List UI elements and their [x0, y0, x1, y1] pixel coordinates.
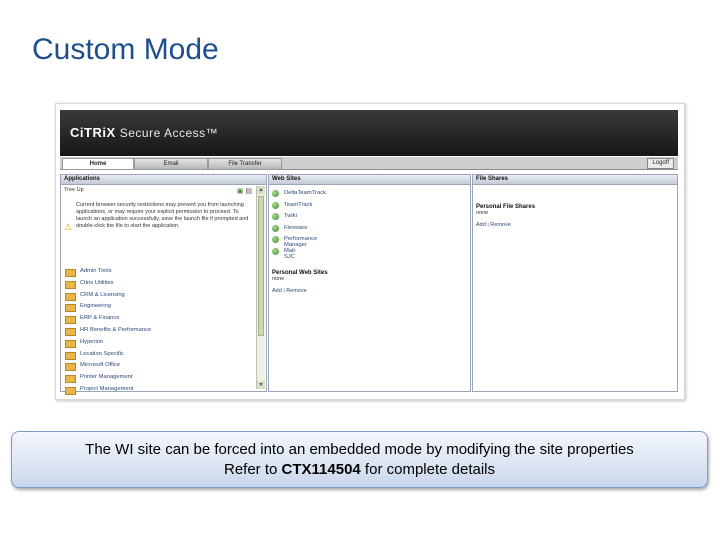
site-label: Mail-SJC [284, 247, 297, 260]
remove-file-share-link[interactable]: Remove [490, 222, 510, 228]
folder-item[interactable]: CRM & Licensing [64, 291, 254, 303]
folder-label: Engineering [80, 303, 111, 310]
folder-label: Hyperion [80, 338, 104, 345]
personal-web-sites-value: none [272, 276, 285, 282]
personal-file-shares-actions: Add | Remove [476, 222, 535, 228]
logoff-button[interactable]: Logoff [647, 158, 674, 169]
callout-ref: CTX114504 [281, 461, 361, 478]
folder-icon [65, 327, 76, 336]
site-label: DeltaTeamTrack [284, 190, 326, 196]
folder-label: ERP & Finance [80, 315, 120, 322]
folder-label: Project Management [80, 385, 134, 392]
tab-bar: Home Email File Transfer Logoff [60, 157, 678, 170]
folder-item[interactable]: Admin Tools [64, 267, 254, 279]
remove-web-site-link[interactable]: Remove [286, 288, 306, 294]
folder-icon [65, 386, 76, 395]
folder-label: Microsoft Office [80, 362, 121, 369]
folder-icon [65, 339, 76, 348]
globe-icon [272, 224, 279, 232]
add-web-site-link[interactable]: Add [272, 288, 282, 294]
folder-icon [65, 269, 76, 277]
folder-icon [65, 375, 76, 384]
personal-file-shares-value: none [476, 210, 489, 216]
site-label: Performance Manager [284, 236, 318, 249]
folder-icon [65, 363, 76, 372]
toolbar-icons: ▣ ▤ [237, 187, 252, 195]
applications-toolbar[interactable]: Tree Up [64, 187, 84, 193]
add-file-share-link[interactable]: Add [476, 222, 486, 228]
tab-file-transfer[interactable]: File Transfer [208, 158, 282, 170]
folder-label: CRM & Licensing [80, 291, 125, 298]
folder-item[interactable]: Project Management [64, 385, 254, 397]
folder-item[interactable]: Location Specific [64, 350, 254, 362]
folder-item[interactable]: Printer Management [64, 373, 254, 385]
folder-label: Citrix Utilities [80, 279, 114, 286]
callout-prefix: Refer to [224, 461, 282, 478]
callout-line-1: The WI site can be forced into an embedd… [85, 441, 634, 458]
applications-header: Applications [61, 175, 266, 185]
file-shares-panel: File Shares Personal File Shares none Ad… [472, 174, 678, 392]
folder-label: Printer Management [80, 374, 133, 381]
logo-product: Secure Access™ [119, 126, 219, 140]
scroll-down-icon[interactable]: ▼ [257, 381, 265, 389]
citrix-logo: CiTRiX Secure Access™ [70, 125, 218, 140]
personal-web-sites: Personal Web Sites none Add | Remove [272, 270, 328, 294]
folder-list: Admin Tools Citrix Utilities CRM & Licen… [64, 267, 254, 397]
warning-text: Current browser security restrictions ma… [76, 202, 249, 229]
tab-home[interactable]: Home [62, 158, 134, 170]
screenshot-frame: CiTRiX Secure Access™ Home Email File Tr… [55, 103, 685, 400]
site-label: Twiki [284, 213, 297, 220]
web-sites-panel: Web Sites DeltaTeamTrack TeamTrack Twiki… [268, 174, 471, 392]
separator: | [487, 222, 489, 228]
site-label: TeamTrack [284, 201, 313, 208]
applications-scrollbar[interactable]: ▲ ▼ [256, 186, 265, 389]
folder-item[interactable]: Engineering [64, 302, 254, 314]
callout-box: The WI site can be forced into an embedd… [11, 431, 708, 488]
globe-icon [272, 247, 279, 255]
web-sites-header: Web Sites [269, 175, 470, 185]
refresh-icon[interactable]: ▣ [237, 188, 244, 195]
help-icon[interactable]: ▤ [245, 188, 252, 195]
separator: | [283, 288, 285, 294]
citrix-app-window: CiTRiX Secure Access™ Home Email File Tr… [60, 110, 678, 395]
folder-icon [65, 351, 76, 360]
scroll-up-icon[interactable]: ▲ [257, 186, 265, 194]
file-shares-header: File Shares [473, 175, 677, 185]
warning-icon: ⚠ [64, 222, 73, 232]
app-header: CiTRiX Secure Access™ [60, 110, 678, 156]
globe-icon [272, 190, 279, 197]
folder-item[interactable]: Hyperion [64, 338, 254, 350]
folder-label: HR Benefits & Performance [80, 326, 152, 333]
tab-email[interactable]: Email [134, 158, 208, 170]
folder-item[interactable]: ERP & Finance [64, 314, 254, 326]
callout-line-2: Refer to CTX114504 for complete details [12, 461, 707, 478]
globe-icon [272, 236, 279, 244]
scroll-thumb[interactable] [258, 196, 264, 336]
slide-title: Custom Mode [32, 33, 219, 66]
folder-icon [65, 280, 76, 289]
folder-icon [65, 292, 76, 301]
folder-label: Admin Tools [80, 268, 112, 274]
folder-icon [65, 316, 76, 325]
personal-web-sites-actions: Add | Remove [272, 288, 328, 294]
personal-file-shares: Personal File Shares none Add | Remove [476, 204, 535, 228]
callout-suffix: for complete details [360, 461, 495, 478]
folder-label: Location Specific [80, 350, 124, 357]
folder-item[interactable]: Microsoft Office [64, 361, 254, 373]
logo-brand: CiTRiX [70, 125, 116, 140]
folder-icon [65, 304, 76, 313]
site-label: Flexware [284, 224, 308, 231]
folder-item[interactable]: Citrix Utilities [64, 279, 254, 291]
globe-icon [272, 201, 279, 209]
globe-icon [272, 213, 279, 221]
applications-panel: Applications Tree Up ▣ ▤ ⚠ Current brows… [60, 174, 267, 395]
folder-item[interactable]: HR Benefits & Performance [64, 326, 254, 338]
